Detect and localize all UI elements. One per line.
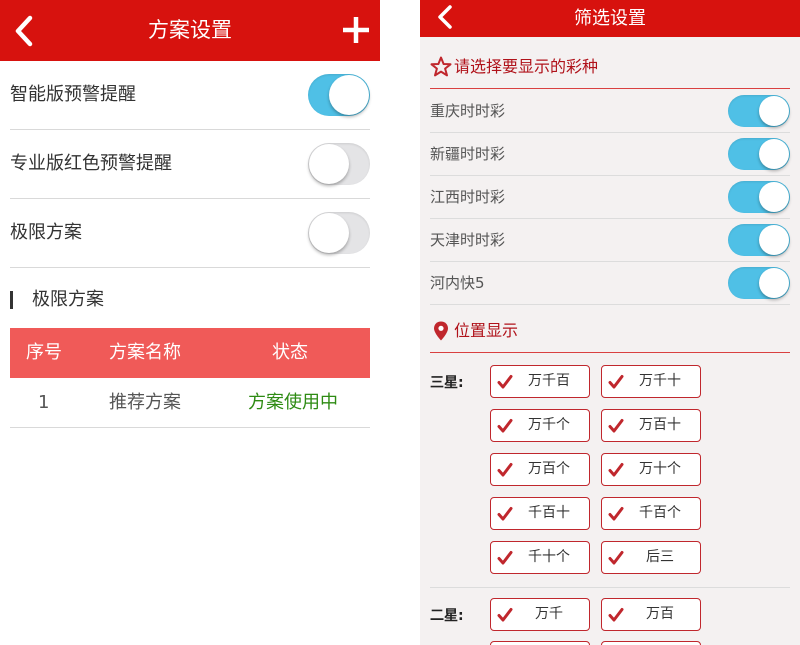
option-label: 万十个 bbox=[639, 461, 681, 477]
checkmark-icon bbox=[608, 507, 624, 521]
header-bar: 筛选设置 bbox=[420, 0, 800, 37]
back-icon[interactable] bbox=[434, 4, 456, 30]
row-status: 方案使用中 bbox=[248, 392, 338, 413]
lottery-label: 重庆时时彩 bbox=[430, 102, 506, 120]
filter-settings-screen: 筛选设置 请选择要显示的彩种 重庆时时彩 新疆时时彩 江西时时彩 天津时时彩 河… bbox=[420, 0, 800, 645]
checkmark-icon bbox=[608, 419, 624, 433]
section-title: 请选择要显示的彩种 bbox=[454, 57, 599, 76]
toggle-knob bbox=[309, 144, 349, 184]
option-button-partial[interactable] bbox=[490, 641, 590, 645]
section-title: 极限方案 bbox=[32, 289, 104, 310]
row-plan-name: 推荐方案 bbox=[109, 392, 181, 413]
star-icon bbox=[430, 56, 452, 77]
checkmark-icon bbox=[608, 463, 624, 477]
option-button[interactable]: 万千 bbox=[490, 598, 590, 631]
checkmark-icon bbox=[497, 463, 513, 477]
option-label: 千十个 bbox=[528, 549, 570, 565]
lottery-row-tianjin: 天津时时彩 bbox=[430, 219, 790, 262]
lottery-label: 江西时时彩 bbox=[430, 188, 506, 206]
option-button-partial[interactable] bbox=[601, 641, 701, 645]
lottery-label: 河内快5 bbox=[430, 274, 485, 292]
header-bar: 方案设置 bbox=[0, 0, 380, 61]
checkmark-icon bbox=[497, 375, 513, 389]
option-button[interactable]: 千百十 bbox=[490, 497, 590, 530]
group-label-three-star: 三星: bbox=[430, 375, 464, 391]
checkmark-icon bbox=[608, 551, 624, 565]
back-icon[interactable] bbox=[10, 14, 38, 48]
setting-row-extreme-plan: 极限方案 bbox=[10, 199, 370, 268]
option-button[interactable]: 千十个 bbox=[490, 541, 590, 574]
column-header-name: 方案名称 bbox=[109, 342, 181, 363]
toggle-knob bbox=[759, 96, 789, 126]
option-button[interactable]: 后三 bbox=[601, 541, 701, 574]
group-divider bbox=[430, 587, 790, 588]
lottery-row-xinjiang: 新疆时时彩 bbox=[430, 133, 790, 176]
toggle-knob bbox=[309, 213, 349, 253]
plus-icon[interactable] bbox=[342, 16, 370, 44]
toggle-knob bbox=[759, 225, 789, 255]
position-section-heading: 位置显示 bbox=[430, 309, 790, 353]
row-index: 1 bbox=[38, 392, 50, 413]
checkmark-icon bbox=[608, 608, 624, 622]
column-header-status: 状态 bbox=[272, 342, 308, 363]
plan-settings-screen: 方案设置 智能版预警提醒 专业版红色预警提醒 极限方案 极限方案 序号 方案名称… bbox=[0, 0, 380, 645]
option-button[interactable]: 千百个 bbox=[601, 497, 701, 530]
option-button[interactable]: 万千十 bbox=[601, 365, 701, 398]
section-marker bbox=[10, 291, 13, 309]
option-label: 万千 bbox=[535, 606, 563, 622]
toggle-knob bbox=[759, 182, 789, 212]
extreme-plan-toggle[interactable] bbox=[308, 212, 370, 254]
plan-table-header: 序号 方案名称 状态 bbox=[10, 328, 370, 378]
setting-row-smart-alert: 智能版预警提醒 bbox=[10, 61, 370, 130]
column-header-index: 序号 bbox=[26, 342, 62, 363]
option-label: 万百 bbox=[646, 606, 674, 622]
option-label: 万百十 bbox=[639, 417, 681, 433]
option-label: 千百个 bbox=[639, 505, 681, 521]
section-title: 位置显示 bbox=[454, 321, 519, 340]
smart-alert-toggle[interactable] bbox=[308, 74, 370, 116]
option-label: 万百个 bbox=[528, 461, 570, 477]
table-row[interactable]: 1 推荐方案 方案使用中 bbox=[10, 378, 370, 428]
toggle-knob bbox=[759, 268, 789, 298]
option-button[interactable]: 万百十 bbox=[601, 409, 701, 442]
option-label: 万千百 bbox=[528, 373, 570, 389]
option-label: 万千个 bbox=[528, 417, 570, 433]
lottery-row-jiangxi: 江西时时彩 bbox=[430, 176, 790, 219]
lottery-row-chongqing: 重庆时时彩 bbox=[430, 90, 790, 133]
setting-row-pro-red-alert: 专业版红色预警提醒 bbox=[10, 130, 370, 199]
option-label: 千百十 bbox=[528, 505, 570, 521]
lottery-toggle[interactable] bbox=[728, 138, 790, 170]
option-button[interactable]: 万百 bbox=[601, 598, 701, 631]
setting-label: 极限方案 bbox=[10, 222, 82, 243]
lottery-label: 新疆时时彩 bbox=[430, 145, 506, 163]
option-button[interactable]: 万百个 bbox=[490, 453, 590, 486]
lottery-toggle[interactable] bbox=[728, 95, 790, 127]
pro-red-alert-toggle[interactable] bbox=[308, 143, 370, 185]
option-button[interactable]: 万千百 bbox=[490, 365, 590, 398]
checkmark-icon bbox=[497, 608, 513, 622]
lottery-row-hanoi: 河内快5 bbox=[430, 262, 790, 305]
checkmark-icon bbox=[497, 419, 513, 433]
checkmark-icon bbox=[497, 551, 513, 565]
option-button[interactable]: 万千个 bbox=[490, 409, 590, 442]
page-title: 方案设置 bbox=[148, 18, 232, 42]
option-label: 后三 bbox=[646, 549, 674, 565]
lottery-toggle[interactable] bbox=[728, 267, 790, 299]
toggle-knob bbox=[329, 75, 369, 115]
lottery-section-heading: 请选择要显示的彩种 bbox=[430, 45, 790, 89]
lottery-toggle[interactable] bbox=[728, 181, 790, 213]
option-button[interactable]: 万十个 bbox=[601, 453, 701, 486]
page-title: 筛选设置 bbox=[574, 8, 646, 29]
checkmark-icon bbox=[497, 507, 513, 521]
map-pin-icon bbox=[434, 321, 448, 341]
lottery-label: 天津时时彩 bbox=[430, 231, 506, 249]
lottery-toggle[interactable] bbox=[728, 224, 790, 256]
setting-label: 智能版预警提醒 bbox=[10, 84, 136, 105]
checkmark-icon bbox=[608, 375, 624, 389]
option-label: 万千十 bbox=[639, 373, 681, 389]
group-label-two-star: 二星: bbox=[430, 608, 464, 624]
toggle-knob bbox=[759, 139, 789, 169]
setting-label: 专业版红色预警提醒 bbox=[10, 153, 172, 174]
